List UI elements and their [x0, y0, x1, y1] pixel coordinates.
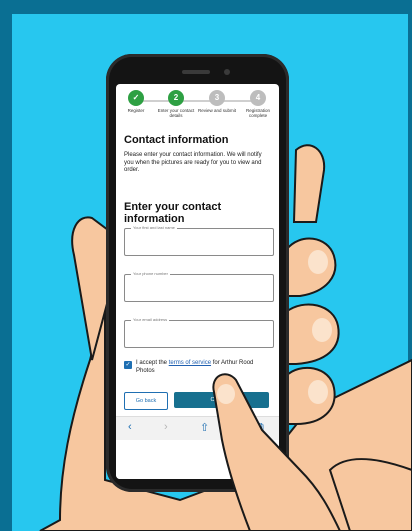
page-title: Contact information: [124, 134, 229, 146]
email-field[interactable]: Your email address: [124, 317, 277, 349]
check-icon: ✓: [128, 90, 144, 106]
step-label: Register: [127, 108, 145, 113]
terms-of-service-link[interactable]: terms of service: [169, 360, 211, 366]
step-number: 3: [209, 90, 225, 106]
back-icon[interactable]: ‹: [128, 421, 132, 433]
terms-prefix: I accept the: [136, 360, 169, 366]
phone-speaker: [182, 70, 210, 74]
step-review: 3 Review and submit: [197, 90, 237, 113]
step-label: Review and submit: [197, 108, 237, 113]
share-icon[interactable]: ⇧: [200, 421, 209, 434]
terms-checkbox[interactable]: ✓: [124, 361, 132, 369]
go-back-button[interactable]: Go back: [124, 392, 168, 410]
phone-input[interactable]: [125, 275, 277, 303]
tabs-icon[interactable]: ⧉: [256, 421, 264, 434]
phone-device: ✓ Register 2 Enter your contact details …: [106, 54, 289, 492]
section-title: Enter your contact information: [124, 201, 222, 225]
progress-stepper: ✓ Register 2 Enter your contact details …: [116, 90, 279, 130]
camera-icon: [224, 69, 230, 75]
step-register: ✓ Register: [116, 90, 156, 113]
email-input[interactable]: [125, 321, 277, 349]
name-field[interactable]: Your first and last name: [124, 225, 277, 257]
forward-icon[interactable]: ›: [164, 421, 168, 433]
phone-screen: ✓ Register 2 Enter your contact details …: [116, 84, 279, 479]
step-number: 4: [250, 90, 266, 106]
name-input[interactable]: [125, 229, 277, 257]
terms-consent: ✓ I accept the terms of service for Arth…: [124, 360, 274, 384]
phone-field[interactable]: Your phone number: [124, 271, 277, 303]
step-number: 2: [168, 90, 184, 106]
step-contact-details: 2 Enter your contact details: [156, 90, 196, 118]
browser-toolbar: ‹ › ⇧ ⧉: [116, 416, 279, 441]
step-complete: 4 Registration complete: [238, 90, 278, 118]
terms-text: I accept the terms of service for Arthur…: [136, 360, 272, 375]
continue-button[interactable]: Continue: [174, 392, 269, 408]
screen-bottom: [116, 440, 279, 479]
intro-text: Please enter your contact information. W…: [124, 152, 262, 173]
step-label: Enter your contact details: [157, 108, 195, 118]
step-label: Registration complete: [245, 108, 270, 118]
